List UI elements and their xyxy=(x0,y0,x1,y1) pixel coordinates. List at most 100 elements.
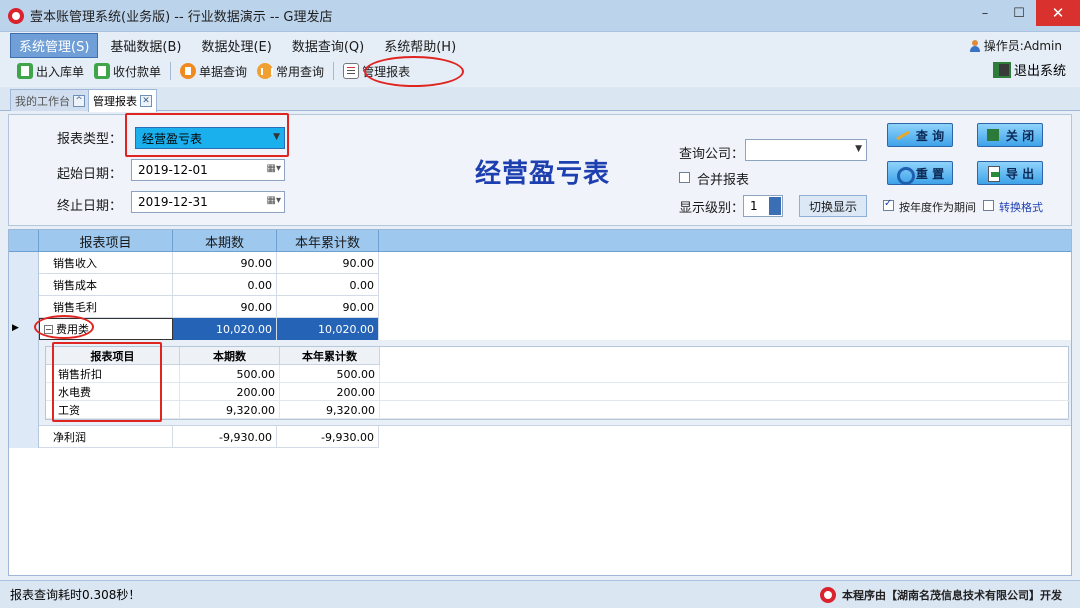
cell-ytd: -9,930.00 xyxy=(277,426,379,448)
export-button[interactable]: 导 出 xyxy=(977,161,1043,185)
merge-report-label: 合并报表 xyxy=(697,173,750,188)
calendar-icon[interactable]: ▦▾ xyxy=(267,163,281,174)
table-row[interactable]: 净利润 -9,930.00 -9,930.00 xyxy=(9,426,379,448)
tab-mgmt-report[interactable]: 管理报表 ✕ xyxy=(88,89,157,112)
expense-detail-panel: 报表项目 本期数 本年累计数 销售折扣 500.00 500.00 水电费 20… xyxy=(9,340,1071,426)
close-icon xyxy=(986,128,1000,142)
convert-format-label: 转换格式 xyxy=(999,201,1043,214)
cell-ytd: 90.00 xyxy=(277,252,379,274)
cell-period: 0.00 xyxy=(173,274,277,296)
level-label: 显示级别： xyxy=(679,201,745,216)
detail-cell-period: 200.00 xyxy=(180,383,280,401)
reset-button[interactable]: 重 置 xyxy=(887,161,953,185)
minimize-button[interactable]: – xyxy=(968,0,1002,26)
menu-system[interactable]: 系统管理(S) xyxy=(10,32,99,58)
toolbar-divider xyxy=(333,62,335,80)
detail-row[interactable]: 工资 9,320.00 9,320.00 xyxy=(46,401,1070,419)
level-select[interactable]: 1 xyxy=(743,195,783,217)
close-window-button[interactable]: ✕ xyxy=(1036,0,1080,26)
doc-query-button[interactable]: 单据查询 xyxy=(175,60,252,82)
detail-cell-period: 9,320.00 xyxy=(180,401,280,419)
user-icon xyxy=(969,39,980,52)
report-type-label: 报表类型： xyxy=(57,132,123,147)
toolbar: 出入库单 收付款单 单据查询 常用查询 管理报表 退出系统 xyxy=(0,58,1080,84)
row-indicator xyxy=(9,274,39,296)
credit: 本程序由【湖南名茂信息技术有限公司】开发 xyxy=(820,587,1062,603)
doc-query-icon xyxy=(180,63,197,79)
header-period[interactable]: 本期数 xyxy=(173,230,277,252)
report-grid: 报表项目 本期数 本年累计数 销售收入 90.00 90.00 销售成本 0.0… xyxy=(8,229,1072,576)
detail-header-period[interactable]: 本期数 xyxy=(180,347,280,365)
reset-icon xyxy=(896,166,915,185)
header-indicator xyxy=(9,230,39,252)
end-date-label: 终止日期： xyxy=(57,199,123,214)
start-date-value: 2019-12-01 xyxy=(138,163,208,177)
level-value: 1 xyxy=(750,199,758,213)
end-date-input[interactable]: 2019-12-31 ▦▾ xyxy=(131,191,285,213)
toolbar-divider xyxy=(170,62,172,80)
convert-format-checkbox[interactable] xyxy=(983,200,994,211)
table-row[interactable]: 销售成本 0.00 0.00 xyxy=(9,274,379,296)
toggle-display-label: 切换显示 xyxy=(808,199,857,214)
query-button[interactable]: 查 询 xyxy=(887,123,953,147)
menu-data-query[interactable]: 数据查询(Q) xyxy=(284,34,372,57)
detail-cell-ytd: 200.00 xyxy=(280,383,380,401)
credit-text: 本程序由【湖南名茂信息技术有限公司】开发 xyxy=(842,589,1062,602)
maximize-button[interactable]: ☐ xyxy=(1002,0,1036,26)
merge-report-checkbox[interactable] xyxy=(679,172,690,183)
end-date-value: 2019-12-31 xyxy=(138,195,208,209)
highlight-expense-group xyxy=(34,315,94,339)
fiscal-year-label: 按年度作为期间 xyxy=(899,201,976,214)
common-query-button[interactable]: 常用查询 xyxy=(252,60,329,82)
company-logo-icon xyxy=(820,587,836,603)
menu-basic-data[interactable]: 基础数据(B) xyxy=(102,34,189,57)
toggle-display-button[interactable]: 切换显示 xyxy=(799,195,867,217)
company-label: 查询公司： xyxy=(679,147,745,162)
search-icon xyxy=(896,128,910,142)
cell-item: 净利润 xyxy=(39,426,173,448)
close-button[interactable]: 关 闭 xyxy=(977,123,1043,147)
grid-header: 报表项目 本期数 本年累计数 xyxy=(9,230,1071,252)
menu-data-processing[interactable]: 数据处理(E) xyxy=(193,34,279,57)
exit-system-button[interactable]: 退出系统 xyxy=(992,60,1066,79)
header-ytd[interactable]: 本年累计数 xyxy=(277,230,379,252)
detail-cell-ytd: 500.00 xyxy=(280,365,380,383)
row-indicator xyxy=(9,426,39,448)
spin-down-icon[interactable] xyxy=(769,197,781,215)
window-controls: – ☐ ✕ xyxy=(968,0,1080,32)
reset-label: 重 置 xyxy=(915,166,945,181)
common-query-label: 常用查询 xyxy=(276,64,325,79)
cell-period: 90.00 xyxy=(173,296,277,318)
exit-label: 退出系统 xyxy=(1013,64,1066,79)
tab-up-icon[interactable]: ^ xyxy=(73,94,85,107)
chevron-down-icon: ▼ xyxy=(855,144,862,154)
tab-close-icon[interactable]: ✕ xyxy=(140,95,152,107)
tab-workbench-label: 我的工作台 xyxy=(15,94,70,108)
start-date-input[interactable]: 2019-12-01 ▦▾ xyxy=(131,159,285,181)
doc-query-label: 单据查询 xyxy=(199,64,248,79)
payment-order-label: 收付款单 xyxy=(113,64,162,79)
tab-workbench[interactable]: 我的工作台 ^ xyxy=(10,89,90,111)
header-item[interactable]: 报表项目 xyxy=(39,230,173,252)
tab-mgmt-report-label: 管理报表 xyxy=(93,95,137,108)
company-select[interactable]: ▼ xyxy=(745,139,867,161)
calendar-icon[interactable]: ▦▾ xyxy=(267,195,281,206)
report-doc-icon xyxy=(343,63,360,79)
detail-row[interactable]: 销售折扣 500.00 500.00 xyxy=(46,365,1070,383)
query-label: 查 询 xyxy=(915,128,945,143)
detail-row[interactable]: 水电费 200.00 200.00 xyxy=(46,383,1070,401)
export-label: 导 出 xyxy=(1005,166,1035,181)
cell-item: 销售成本 xyxy=(39,274,173,296)
detail-header-ytd[interactable]: 本年累计数 xyxy=(280,347,380,365)
detail-cell-ytd: 9,320.00 xyxy=(280,401,380,419)
stock-order-label: 出入库单 xyxy=(36,64,85,79)
menu-help[interactable]: 系统帮助(H) xyxy=(376,34,464,57)
report-title: 经营盈亏表 xyxy=(475,159,611,189)
payment-order-button[interactable]: 收付款单 xyxy=(89,60,166,82)
fiscal-year-checkbox[interactable] xyxy=(883,198,894,211)
cell-item: 销售收入 xyxy=(39,252,173,274)
table-row[interactable]: 销售收入 90.00 90.00 xyxy=(9,252,379,274)
cell-ytd: 10,020.00 xyxy=(277,318,379,340)
row-indicator xyxy=(9,296,39,318)
stock-order-button[interactable]: 出入库单 xyxy=(12,60,89,82)
